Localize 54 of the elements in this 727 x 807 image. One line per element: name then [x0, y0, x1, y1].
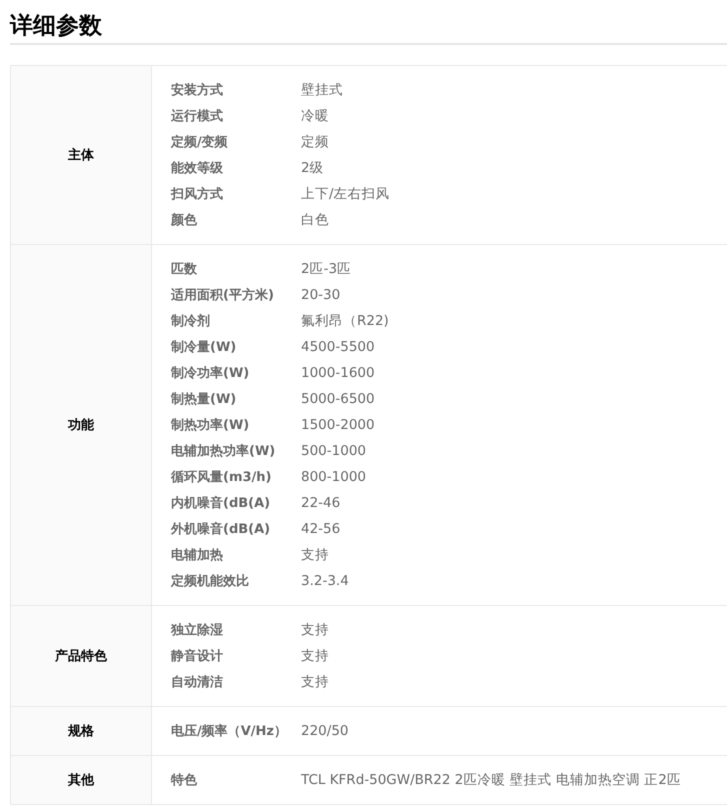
param-value: 支持 — [301, 546, 329, 564]
param-label: 制冷量(W) — [171, 339, 238, 356]
group-heading: 产品特色 — [55, 648, 107, 665]
param-value: 白色 — [301, 211, 329, 229]
param-label: 运行模式 — [171, 108, 224, 125]
param-value: TCL KFRd-50GW/BR22 2匹冷暖 壁挂式 电辅加热空调 正2匹 — [301, 771, 681, 789]
param-value: 4500-5500 — [301, 339, 375, 355]
param-label: 特色 — [171, 772, 198, 789]
group-heading: 其他 — [68, 772, 94, 789]
param-value: 氟利昂（R22) — [301, 312, 389, 330]
param-label: 循环风量(m3/h) — [171, 469, 272, 486]
param-label: 电压/频率（V/Hz） — [171, 722, 288, 740]
param-value: 支持 — [301, 673, 329, 691]
param-value: 800-1000 — [301, 469, 366, 485]
param-value: 2匹-3匹 — [301, 260, 352, 278]
page-title: 详细参数 — [10, 12, 103, 41]
param-label: 内机噪音(dB(A) — [171, 494, 272, 512]
param-value: 上下/左右扫风 — [301, 185, 390, 203]
param-label: 定频/变频 — [171, 134, 229, 151]
group-heading: 功能 — [68, 417, 94, 434]
param-label: 适用面积(平方米) — [171, 286, 275, 304]
param-value: 22-46 — [301, 495, 340, 511]
group-heading: 主体 — [68, 146, 94, 164]
param-label: 制热量(W) — [171, 391, 238, 408]
param-value: 冷暖 — [301, 107, 329, 125]
param-label: 制热功率(W) — [171, 416, 250, 434]
param-value: 42-56 — [301, 521, 340, 537]
param-label: 颜色 — [171, 212, 198, 229]
param-label: 安装方式 — [171, 82, 224, 99]
param-value: 1500-2000 — [301, 417, 375, 433]
group-heading: 规格 — [68, 723, 94, 740]
param-value: 1000-1600 — [301, 365, 375, 381]
param-value: 220/50 — [301, 723, 348, 739]
param-label: 静音设计 — [171, 648, 224, 665]
param-value: 支持 — [301, 621, 329, 639]
param-value: 500-1000 — [301, 443, 366, 459]
param-value: 2级 — [301, 159, 324, 177]
param-label: 定频机能效比 — [171, 572, 250, 590]
param-label: 制冷剂 — [171, 312, 211, 330]
param-label: 独立除湿 — [171, 622, 224, 639]
param-label: 自动清洁 — [171, 674, 224, 691]
param-value: 20-30 — [301, 287, 340, 303]
param-value: 5000-6500 — [301, 391, 375, 407]
param-value: 定频 — [301, 133, 329, 151]
param-label: 电辅加热 — [171, 547, 224, 564]
param-value: 壁挂式 — [301, 81, 343, 99]
param-label: 电辅加热功率(W) — [171, 442, 276, 460]
param-value: 3.2-3.4 — [301, 573, 349, 589]
param-label: 能效等级 — [171, 160, 224, 177]
param-label: 匹数 — [171, 261, 198, 278]
param-value: 支持 — [301, 647, 329, 665]
param-label: 制冷功率(W) — [171, 364, 250, 382]
param-label: 外机噪音(dB(A) — [171, 520, 272, 538]
param-label: 扫风方式 — [171, 186, 224, 203]
